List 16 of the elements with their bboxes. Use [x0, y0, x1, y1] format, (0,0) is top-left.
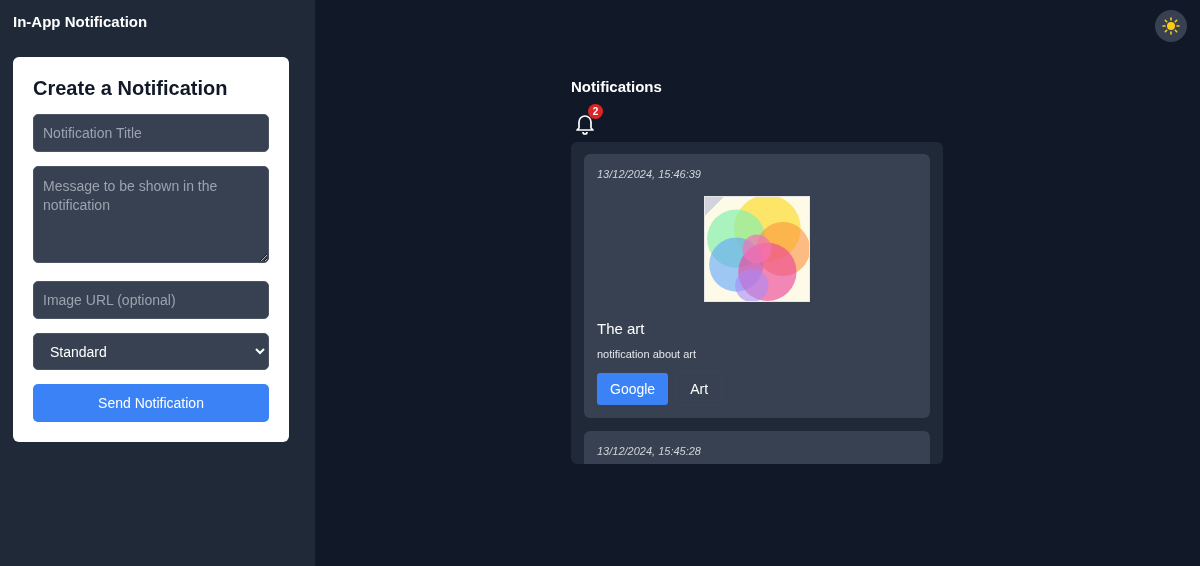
notifications-heading: Notifications [571, 78, 662, 95]
message-field[interactable]: Message to be shown in the notification [33, 166, 269, 263]
send-button[interactable]: Send Notification [33, 384, 269, 422]
text-field[interactable]: Notification Title [33, 114, 269, 152]
count-badge: 2 [588, 104, 603, 119]
timestamp: 13/12/2024, 15:45:28 [597, 445, 701, 457]
notification-title: The art [597, 320, 645, 337]
notification-message: notification about art [597, 348, 697, 360]
action-button[interactable]: Google [597, 373, 669, 405]
type-dropdown[interactable]: Standard [33, 333, 269, 370]
sun-icon [1162, 17, 1180, 35]
theme-toggle-button[interactable] [1155, 10, 1187, 42]
app-title: In-App Notification [13, 13, 148, 30]
form-heading: Create a Notification [33, 77, 228, 100]
timestamp: 13/12/2024, 15:46:39 [597, 168, 701, 180]
text-field[interactable]: Image URL (optional) [33, 281, 269, 319]
